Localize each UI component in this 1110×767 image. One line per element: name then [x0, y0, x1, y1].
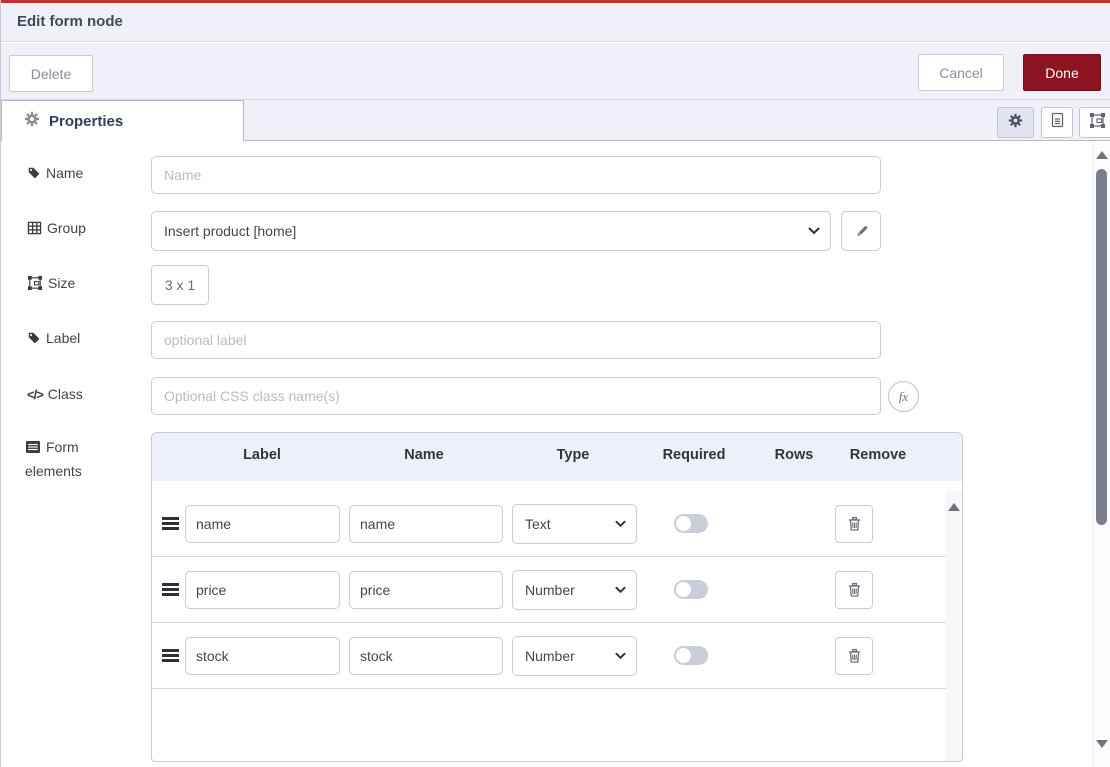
- column-header-required: Required: [663, 447, 726, 463]
- delete-button[interactable]: Delete: [9, 55, 93, 92]
- drag-handle-icon[interactable]: [162, 583, 179, 598]
- form-elements-table-body: Text Number: [152, 491, 962, 762]
- table-icon: [27, 221, 42, 235]
- edit-form-node-dialog: Edit form node Delete Cancel Done: [0, 0, 1110, 767]
- element-name-input[interactable]: [349, 637, 503, 675]
- gear-icon: [24, 111, 40, 132]
- gear-icon: [1008, 113, 1023, 133]
- scrollbar-thumb[interactable]: [1096, 169, 1107, 525]
- description-tab-button[interactable]: [1041, 107, 1073, 138]
- column-header-remove: Remove: [850, 447, 906, 463]
- dynamic-class-fx-button[interactable]: fx: [888, 381, 919, 412]
- cancel-button[interactable]: Cancel: [918, 54, 1004, 91]
- column-header-rows: Rows: [775, 447, 814, 463]
- size-icon: [27, 275, 43, 291]
- column-header-type: Type: [557, 447, 590, 463]
- drag-handle-icon[interactable]: [162, 517, 179, 532]
- dialog-title: Edit form node: [17, 13, 123, 30]
- group-select-wrap: Insert product [home]: [151, 211, 831, 251]
- code-icon: </>: [27, 387, 43, 402]
- main-scrollbar[interactable]: [1092, 141, 1110, 767]
- scroll-up-icon[interactable]: [1096, 151, 1108, 159]
- required-toggle[interactable]: [674, 580, 708, 599]
- element-type-select-wrap: Number: [512, 570, 637, 610]
- properties-panel: Name Group Insert product [home] Size 3 …: [1, 141, 1110, 767]
- element-label-input[interactable]: [185, 505, 340, 543]
- pencil-icon: [854, 224, 869, 239]
- edit-group-button[interactable]: [841, 211, 881, 251]
- dialog-header: Edit form node: [1, 3, 1110, 42]
- scroll-down-icon[interactable]: [1096, 740, 1108, 748]
- element-name-input[interactable]: [349, 505, 503, 543]
- form-icon: [25, 440, 41, 454]
- tab-properties-label: Properties: [49, 113, 123, 130]
- scroll-up-icon[interactable]: [948, 503, 960, 511]
- tag-icon: [27, 331, 41, 345]
- required-toggle[interactable]: [674, 514, 708, 533]
- trash-icon: [847, 516, 862, 532]
- trash-icon: [847, 648, 862, 664]
- class-input[interactable]: [151, 377, 881, 415]
- properties-tab-button[interactable]: [997, 107, 1034, 138]
- remove-element-button[interactable]: [835, 505, 873, 543]
- required-toggle[interactable]: [674, 646, 708, 665]
- document-icon: [1050, 112, 1065, 133]
- table-scrollbar[interactable]: [946, 491, 962, 762]
- form-elements-table: Label Name Type Required Rows Remove Tex…: [151, 432, 963, 762]
- size-field-label: Size: [27, 275, 145, 291]
- tab-properties[interactable]: Properties: [1, 100, 244, 142]
- remove-element-button[interactable]: [835, 637, 873, 675]
- element-type-select[interactable]: Text: [512, 504, 637, 544]
- form-element-row: Number: [152, 623, 946, 689]
- element-type-select[interactable]: Number: [512, 570, 637, 610]
- element-label-input[interactable]: [185, 637, 340, 675]
- group-select[interactable]: Insert product [home]: [151, 211, 831, 251]
- tag-icon: [27, 166, 41, 180]
- drag-handle-icon[interactable]: [162, 649, 179, 664]
- column-header-label: Label: [243, 447, 281, 463]
- element-type-select[interactable]: Number: [512, 636, 637, 676]
- form-element-row: Text: [152, 491, 946, 557]
- size-value-button[interactable]: 3 x 1: [151, 265, 209, 305]
- label-field-label: Label: [27, 330, 145, 346]
- element-name-input[interactable]: [349, 571, 503, 609]
- form-elements-table-header: Label Name Type Required Rows Remove: [152, 433, 962, 481]
- group-field-label: Group: [27, 220, 145, 236]
- trash-icon: [847, 582, 862, 598]
- column-header-name: Name: [404, 447, 444, 463]
- form-element-row: Number: [152, 557, 946, 623]
- dialog-toolbar: Delete Cancel Done: [1, 43, 1110, 100]
- name-input[interactable]: [151, 156, 881, 194]
- appearance-icon: [1089, 112, 1106, 134]
- remove-element-button[interactable]: [835, 571, 873, 609]
- class-field-label: </> Class: [27, 386, 145, 402]
- element-type-select-wrap: Text: [512, 504, 637, 544]
- element-type-select-wrap: Number: [512, 636, 637, 676]
- form-elements-label: Form elements: [25, 435, 117, 483]
- appearance-tab-button[interactable]: [1079, 107, 1110, 138]
- label-input[interactable]: [151, 321, 881, 359]
- tab-bar: Properties: [1, 100, 1110, 141]
- name-field-label: Name: [27, 165, 145, 181]
- done-button[interactable]: Done: [1023, 54, 1101, 91]
- element-label-input[interactable]: [185, 571, 340, 609]
